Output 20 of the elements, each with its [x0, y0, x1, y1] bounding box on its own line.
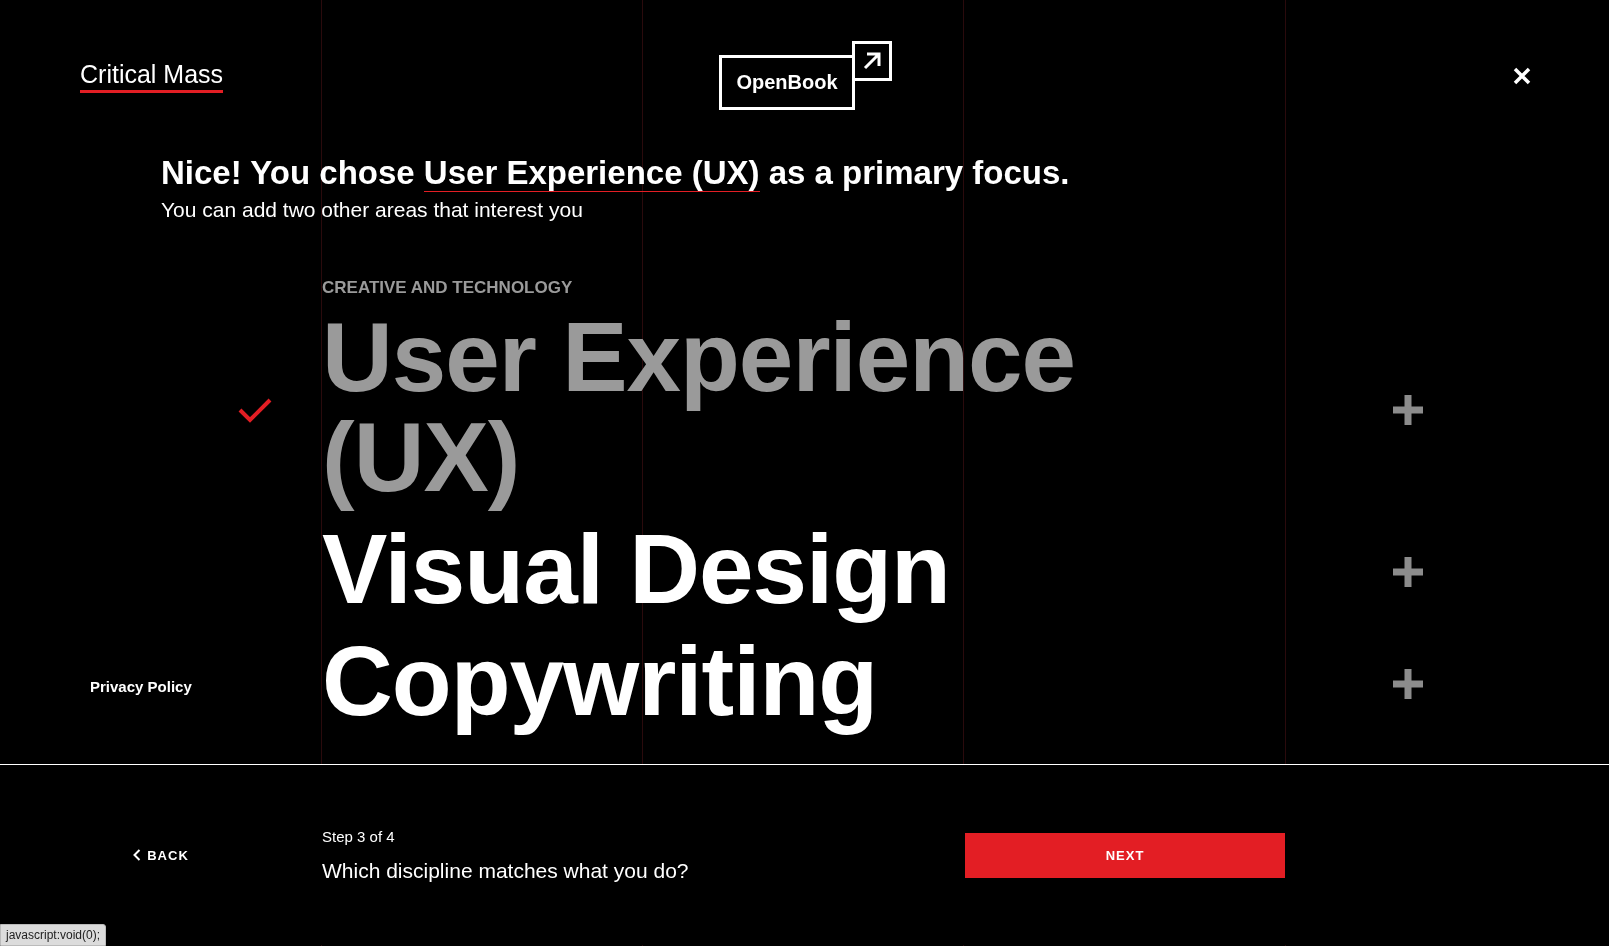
category-label: CREATIVE AND TECHNOLOGY [322, 278, 574, 298]
openbook-logo[interactable]: OpenBook [719, 54, 855, 110]
brand-logo[interactable]: Critical Mass [80, 59, 224, 93]
plus-icon[interactable] [1392, 394, 1424, 426]
close-icon[interactable] [1513, 67, 1531, 85]
status-bar: javascript:void(0); [0, 924, 107, 946]
discipline-option[interactable]: Copywriting [322, 628, 1202, 740]
check-icon [238, 397, 272, 423]
discipline-option[interactable]: User Experience (UX) [322, 304, 1202, 516]
chevron-left-icon [133, 849, 142, 861]
subtitle: You can add two other areas that interest you [161, 198, 584, 222]
plus-icon[interactable] [1392, 556, 1424, 588]
next-button[interactable]: NEXT [965, 832, 1285, 878]
question-text: Which discipline matches what you do? [322, 858, 690, 883]
back-button[interactable]: BACK [129, 843, 193, 867]
step-counter: Step 3 of 4 [322, 827, 396, 845]
discipline-option[interactable]: Visual Design [322, 516, 1202, 628]
headline: Nice! You chose User Experience (UX) as a primary focus. [161, 154, 1071, 192]
privacy-policy-link[interactable]: Privacy Policy [90, 678, 192, 695]
plus-icon[interactable] [1392, 668, 1424, 700]
